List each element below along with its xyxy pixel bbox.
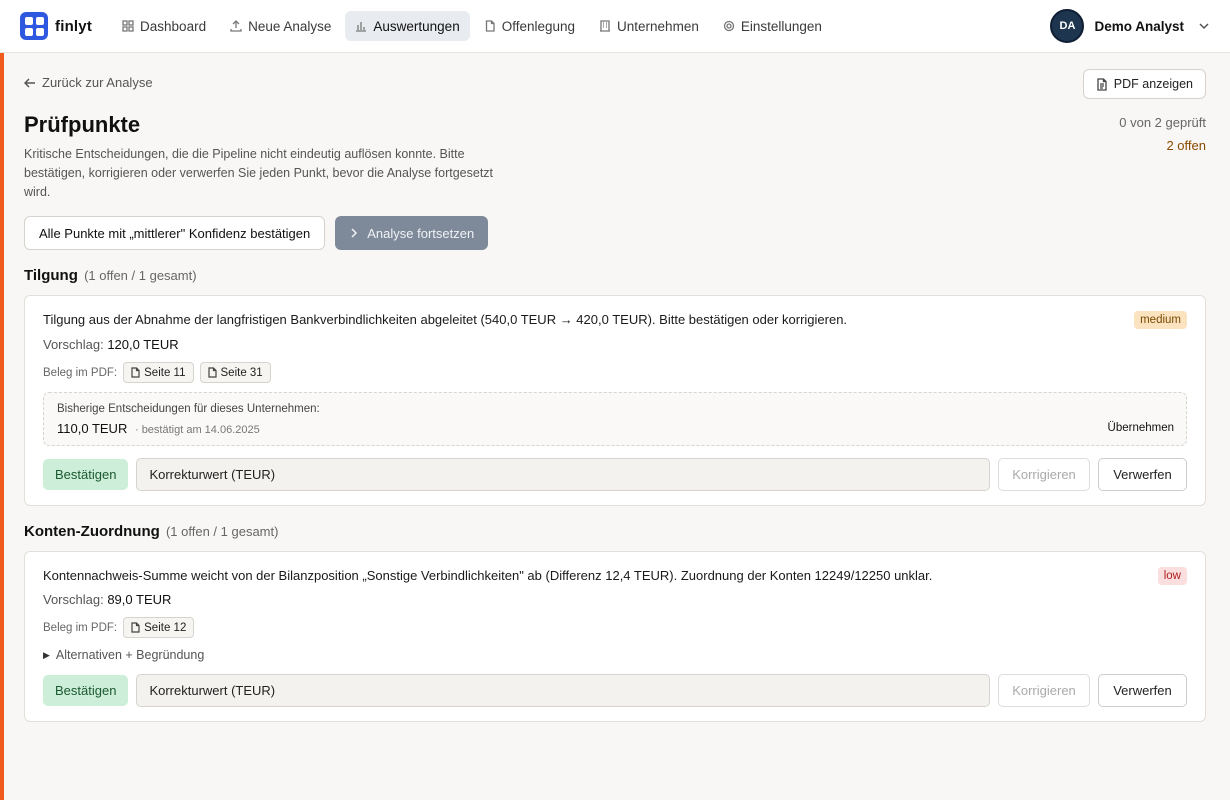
- section-title-konten-zuordnung: Konten-Zuordnung (1 offen / 1 gesamt): [24, 523, 278, 540]
- section-count: (1 offen / 1 gesamt): [84, 268, 197, 283]
- page-chip[interactable]: Seite 12: [123, 617, 195, 638]
- chevron-down-icon: [1199, 23, 1209, 30]
- pdf-view-button[interactable]: PDF anzeigen: [1082, 69, 1206, 99]
- suggestion: Vorschlag: 89,0 TEUR: [43, 592, 171, 607]
- top-navigation: finlyt Dashboard Neue Analyse Auswertung…: [0, 0, 1230, 53]
- back-link[interactable]: Zurück zur Analyse: [24, 75, 153, 90]
- document-icon: [485, 20, 495, 32]
- review-stats: 0 von 2 geprüft 2 offen: [1119, 111, 1206, 157]
- page-chip[interactable]: Seite 31: [199, 362, 271, 383]
- nav-label: Neue Analyse: [248, 18, 332, 34]
- pdf-view-label: PDF anzeigen: [1113, 77, 1193, 91]
- document-icon: [1097, 77, 1107, 91]
- logo-icon: [20, 12, 48, 40]
- nav-item-auswertungen[interactable]: Auswertungen: [345, 11, 470, 41]
- nav-item-unternehmen[interactable]: Unternehmen: [589, 11, 709, 41]
- nav-item-einstellungen[interactable]: Einstellungen: [713, 11, 832, 41]
- upload-icon: [230, 20, 242, 32]
- previous-date: · bestätigt am 14.06.2025: [134, 424, 260, 436]
- section-title-tilgung: Tilgung (1 offen / 1 gesamt): [24, 267, 197, 284]
- page-icon: [131, 367, 140, 378]
- continue-analysis-button[interactable]: Analyse fortsetzen: [335, 216, 489, 250]
- checked-count: 0 von 2 geprüft: [1119, 115, 1206, 130]
- review-card-konten-zuordnung: Kontennachweis-Summe weicht von der Bila…: [24, 551, 1206, 722]
- correct-button[interactable]: Korrigieren: [998, 674, 1090, 707]
- brand-logo[interactable]: finlyt: [20, 12, 92, 40]
- main-nav: Dashboard Neue Analyse Auswertungen Offe…: [112, 11, 832, 41]
- card-actions: Bestätigen Korrekturwert (TEUR) Korrigie…: [43, 458, 1187, 492]
- back-label: Zurück zur Analyse: [42, 75, 153, 90]
- nav-label: Unternehmen: [617, 18, 699, 34]
- pdf-evidence: Beleg im PDF: Seite 11 Seite 31: [43, 362, 271, 383]
- page-subtitle: Kritische Entscheidungen, die die Pipeli…: [24, 147, 494, 199]
- open-count: 2 offen: [1166, 138, 1206, 153]
- suggestion-label: Vorschlag:: [43, 592, 104, 607]
- user-menu[interactable]: DA Demo Analyst: [1050, 9, 1210, 43]
- previous-decision-value: 110,0 TEUR · bestätigt am 14.06.2025: [57, 421, 260, 436]
- page-icon: [131, 622, 140, 633]
- previous-decisions-label: Bisherige Entscheidungen für dieses Unte…: [57, 403, 320, 415]
- pdf-evidence: Beleg im PDF: Seite 12: [43, 617, 195, 638]
- page-chip-label: Seite 31: [220, 366, 263, 379]
- arrow-left-icon: [24, 77, 35, 88]
- brand-name: finlyt: [55, 17, 93, 35]
- reject-button[interactable]: Verwerfen: [1098, 674, 1187, 707]
- section-count: (1 offen / 1 gesamt): [165, 524, 279, 539]
- chevron-right-icon: [351, 228, 358, 238]
- nav-item-neue-analyse[interactable]: Neue Analyse: [220, 11, 341, 41]
- grid-icon: [122, 20, 134, 32]
- correction-input[interactable]: Korrekturwert (TEUR): [136, 674, 990, 707]
- page-icon: [207, 367, 217, 378]
- card-description: Kontennachweis-Summe weicht von der Bila…: [43, 568, 933, 583]
- alternatives-toggle[interactable]: ▶ Alternativen + Begründung: [43, 648, 204, 662]
- nav-label: Auswertungen: [373, 18, 460, 34]
- confidence-badge: medium: [1134, 311, 1187, 329]
- alternatives-label: Alternativen + Begründung: [55, 648, 205, 662]
- confirm-button[interactable]: Bestätigen: [43, 675, 129, 706]
- section-name: Tilgung: [24, 267, 78, 284]
- page-actions: Alle Punkte mit „mittlerer" Konfidenz be…: [24, 216, 489, 250]
- nav-label: Dashboard: [140, 18, 207, 34]
- card-description: Tilgung aus der Abnahme der langfristige…: [43, 312, 848, 327]
- continue-label: Analyse fortsetzen: [367, 225, 475, 241]
- previous-value: 110,0 TEUR: [57, 421, 128, 436]
- reject-button[interactable]: Verwerfen: [1098, 458, 1187, 491]
- suggestion-value: 120,0 TEUR: [107, 337, 179, 352]
- section-name: Konten-Zuordnung: [24, 523, 160, 540]
- gear-icon: [723, 20, 734, 32]
- correct-button[interactable]: Korrigieren: [998, 458, 1090, 491]
- confidence-badge: low: [1157, 567, 1187, 585]
- nav-item-offenlegung[interactable]: Offenlegung: [474, 11, 585, 41]
- nav-label: Offenlegung: [501, 18, 576, 34]
- correction-input[interactable]: Korrekturwert (TEUR): [136, 458, 990, 491]
- suggestion-value: 89,0 TEUR: [107, 592, 172, 607]
- evidence-label: Beleg im PDF:: [43, 366, 118, 379]
- confirm-button[interactable]: Bestätigen: [43, 459, 129, 490]
- building-icon: [600, 20, 611, 32]
- apply-previous-button[interactable]: Übernehmen: [1108, 422, 1174, 434]
- card-actions: Bestätigen Korrekturwert (TEUR) Korrigie…: [43, 674, 1187, 708]
- page-chip-label: Seite 12: [144, 621, 187, 634]
- page-chip[interactable]: Seite 11: [123, 362, 194, 383]
- suggestion: Vorschlag: 120,0 TEUR: [43, 337, 179, 352]
- disclosure-triangle-icon: ▶: [43, 649, 50, 660]
- nav-label: Einstellungen: [740, 18, 822, 34]
- left-accent-bar: [0, 52, 4, 800]
- nav-item-dashboard[interactable]: Dashboard: [112, 11, 216, 41]
- suggestion-label: Vorschlag:: [43, 337, 104, 352]
- review-card-tilgung: Tilgung aus der Abnahme der langfristige…: [24, 295, 1206, 506]
- previous-decisions: Bisherige Entscheidungen für dieses Unte…: [43, 392, 1187, 446]
- bar-chart-icon: [356, 22, 367, 32]
- user-name: Demo Analyst: [1094, 18, 1184, 34]
- confirm-all-medium-button[interactable]: Alle Punkte mit „mittlerer" Konfidenz be…: [24, 216, 326, 250]
- avatar: DA: [1050, 9, 1085, 43]
- page-chip-label: Seite 11: [144, 366, 186, 379]
- evidence-label: Beleg im PDF:: [43, 621, 118, 634]
- page-title: Prüfpunkte: [24, 112, 141, 137]
